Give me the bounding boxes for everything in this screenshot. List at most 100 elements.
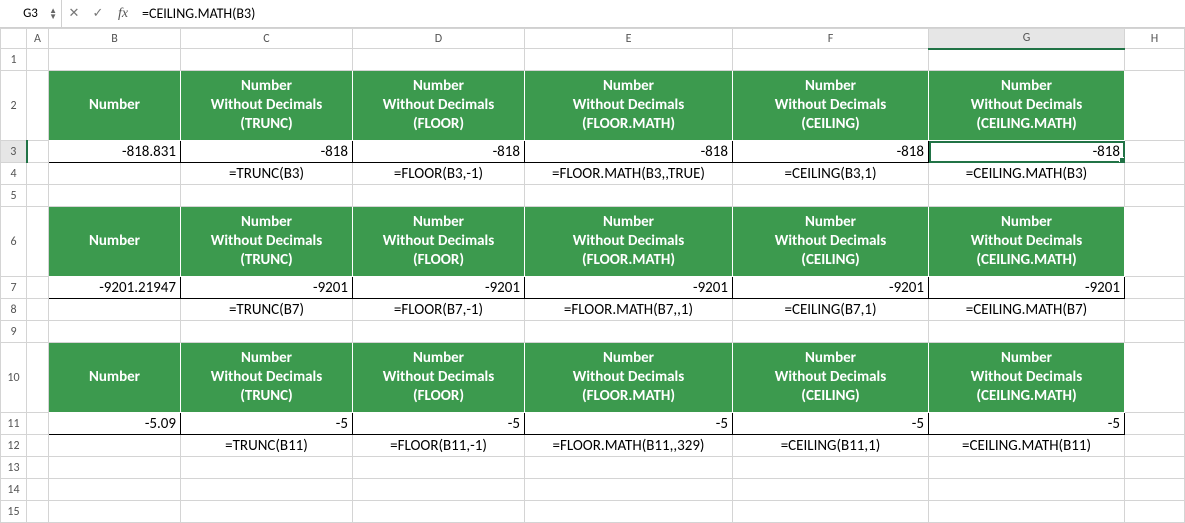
row-header-6[interactable]: 6 — [1, 207, 27, 277]
cell-B1[interactable] — [49, 49, 181, 71]
cell-C3[interactable]: -818 — [181, 141, 353, 163]
row-header-1[interactable]: 1 — [1, 49, 27, 71]
cell-A12[interactable] — [27, 435, 49, 457]
column-header-E[interactable]: E — [525, 29, 733, 49]
row-header-7[interactable]: 7 — [1, 277, 27, 299]
cell-B8[interactable] — [49, 299, 181, 321]
cancel-formula-button[interactable]: ✕ — [62, 0, 86, 27]
cell-D8[interactable]: =FLOOR(B7,-1) — [353, 299, 525, 321]
cell-B14[interactable] — [49, 479, 181, 501]
cell-F3[interactable]: -818 — [733, 141, 929, 163]
row-header-4[interactable]: 4 — [1, 163, 27, 185]
cell-B3[interactable]: -818.831 — [49, 141, 181, 163]
cell-H1[interactable] — [1125, 49, 1185, 71]
cell-A7[interactable] — [27, 277, 49, 299]
cell-H12[interactable] — [1125, 435, 1185, 457]
row-header-12[interactable]: 12 — [1, 435, 27, 457]
cell-C9[interactable] — [181, 321, 353, 343]
cell-A4[interactable] — [27, 163, 49, 185]
cell-E3[interactable]: -818 — [525, 141, 733, 163]
cell-G13[interactable] — [929, 457, 1125, 479]
cell-E4[interactable]: =FLOOR.MATH(B3,,TRUE) — [525, 163, 733, 185]
cell-G7[interactable]: -9201 — [929, 277, 1125, 299]
cell-E15[interactable] — [525, 501, 733, 523]
cell-F9[interactable] — [733, 321, 929, 343]
cell-F5[interactable] — [733, 185, 929, 207]
cell-H11[interactable] — [1125, 413, 1185, 435]
cell-B11[interactable]: -5.09 — [49, 413, 181, 435]
fx-label[interactable]: fx — [110, 6, 136, 22]
column-header-A[interactable]: A — [27, 29, 49, 49]
cell-D15[interactable] — [353, 501, 525, 523]
cell-B5[interactable] — [49, 185, 181, 207]
cell-A8[interactable] — [27, 299, 49, 321]
cell-D2[interactable]: Number Without Decimals (FLOOR) — [353, 71, 525, 141]
cell-F11[interactable]: -5 — [733, 413, 929, 435]
cell-C5[interactable] — [181, 185, 353, 207]
cell-E10[interactable]: Number Without Decimals (FLOOR.MATH) — [525, 343, 733, 413]
cell-E11[interactable]: -5 — [525, 413, 733, 435]
row-header-2[interactable]: 2 — [1, 71, 27, 141]
cell-H4[interactable] — [1125, 163, 1185, 185]
cell-G10[interactable]: Number Without Decimals (CEILING.MATH) — [929, 343, 1125, 413]
cell-H5[interactable] — [1125, 185, 1185, 207]
cell-G2[interactable]: Number Without Decimals (CEILING.MATH) — [929, 71, 1125, 141]
cell-G14[interactable] — [929, 479, 1125, 501]
row-header-13[interactable]: 13 — [1, 457, 27, 479]
cell-A9[interactable] — [27, 321, 49, 343]
cell-A11[interactable] — [27, 413, 49, 435]
column-header-H[interactable]: H — [1125, 29, 1185, 49]
cell-E14[interactable] — [525, 479, 733, 501]
cell-G5[interactable] — [929, 185, 1125, 207]
spreadsheet-grid[interactable]: ABCDEFGH12NumberNumber Without Decimals … — [0, 28, 1185, 523]
cell-C8[interactable]: =TRUNC(B7) — [181, 299, 353, 321]
cell-D12[interactable]: =FLOOR(B11,-1) — [353, 435, 525, 457]
cell-C14[interactable] — [181, 479, 353, 501]
row-header-11[interactable]: 11 — [1, 413, 27, 435]
cell-C15[interactable] — [181, 501, 353, 523]
cell-G8[interactable]: =CEILING.MATH(B7) — [929, 299, 1125, 321]
cell-A3[interactable] — [27, 141, 49, 163]
cell-B15[interactable] — [49, 501, 181, 523]
cell-H14[interactable] — [1125, 479, 1185, 501]
cell-H7[interactable] — [1125, 277, 1185, 299]
cell-H8[interactable] — [1125, 299, 1185, 321]
row-header-15[interactable]: 15 — [1, 501, 27, 523]
cell-G3[interactable]: -818 — [929, 141, 1125, 163]
cell-E5[interactable] — [525, 185, 733, 207]
cell-G4[interactable]: =CEILING.MATH(B3) — [929, 163, 1125, 185]
cell-A5[interactable] — [27, 185, 49, 207]
cell-F4[interactable]: =CEILING(B3,1) — [733, 163, 929, 185]
cell-C11[interactable]: -5 — [181, 413, 353, 435]
row-header-9[interactable]: 9 — [1, 321, 27, 343]
cell-F7[interactable]: -9201 — [733, 277, 929, 299]
cell-C1[interactable] — [181, 49, 353, 71]
cell-A15[interactable] — [27, 501, 49, 523]
cell-H9[interactable] — [1125, 321, 1185, 343]
cell-D4[interactable]: =FLOOR(B3,-1) — [353, 163, 525, 185]
cell-C4[interactable]: =TRUNC(B3) — [181, 163, 353, 185]
cell-F12[interactable]: =CEILING(B11,1) — [733, 435, 929, 457]
column-header-G[interactable]: G — [929, 29, 1125, 49]
cell-A2[interactable] — [27, 71, 49, 141]
cell-F15[interactable] — [733, 501, 929, 523]
cell-D11[interactable]: -5 — [353, 413, 525, 435]
cell-E13[interactable] — [525, 457, 733, 479]
cell-G1[interactable] — [929, 49, 1125, 71]
cell-G11[interactable]: -5 — [929, 413, 1125, 435]
cell-F14[interactable] — [733, 479, 929, 501]
cell-E2[interactable]: Number Without Decimals (FLOOR.MATH) — [525, 71, 733, 141]
cell-H2[interactable] — [1125, 71, 1185, 141]
cell-D10[interactable]: Number Without Decimals (FLOOR) — [353, 343, 525, 413]
row-header-5[interactable]: 5 — [1, 185, 27, 207]
cell-A13[interactable] — [27, 457, 49, 479]
cell-E9[interactable] — [525, 321, 733, 343]
cell-A10[interactable] — [27, 343, 49, 413]
cell-E1[interactable] — [525, 49, 733, 71]
cell-F10[interactable]: Number Without Decimals (CEILING) — [733, 343, 929, 413]
cell-G6[interactable]: Number Without Decimals (CEILING.MATH) — [929, 207, 1125, 277]
cell-D5[interactable] — [353, 185, 525, 207]
select-all-corner[interactable] — [1, 29, 27, 49]
cell-C2[interactable]: Number Without Decimals (TRUNC) — [181, 71, 353, 141]
cell-E6[interactable]: Number Without Decimals (FLOOR.MATH) — [525, 207, 733, 277]
